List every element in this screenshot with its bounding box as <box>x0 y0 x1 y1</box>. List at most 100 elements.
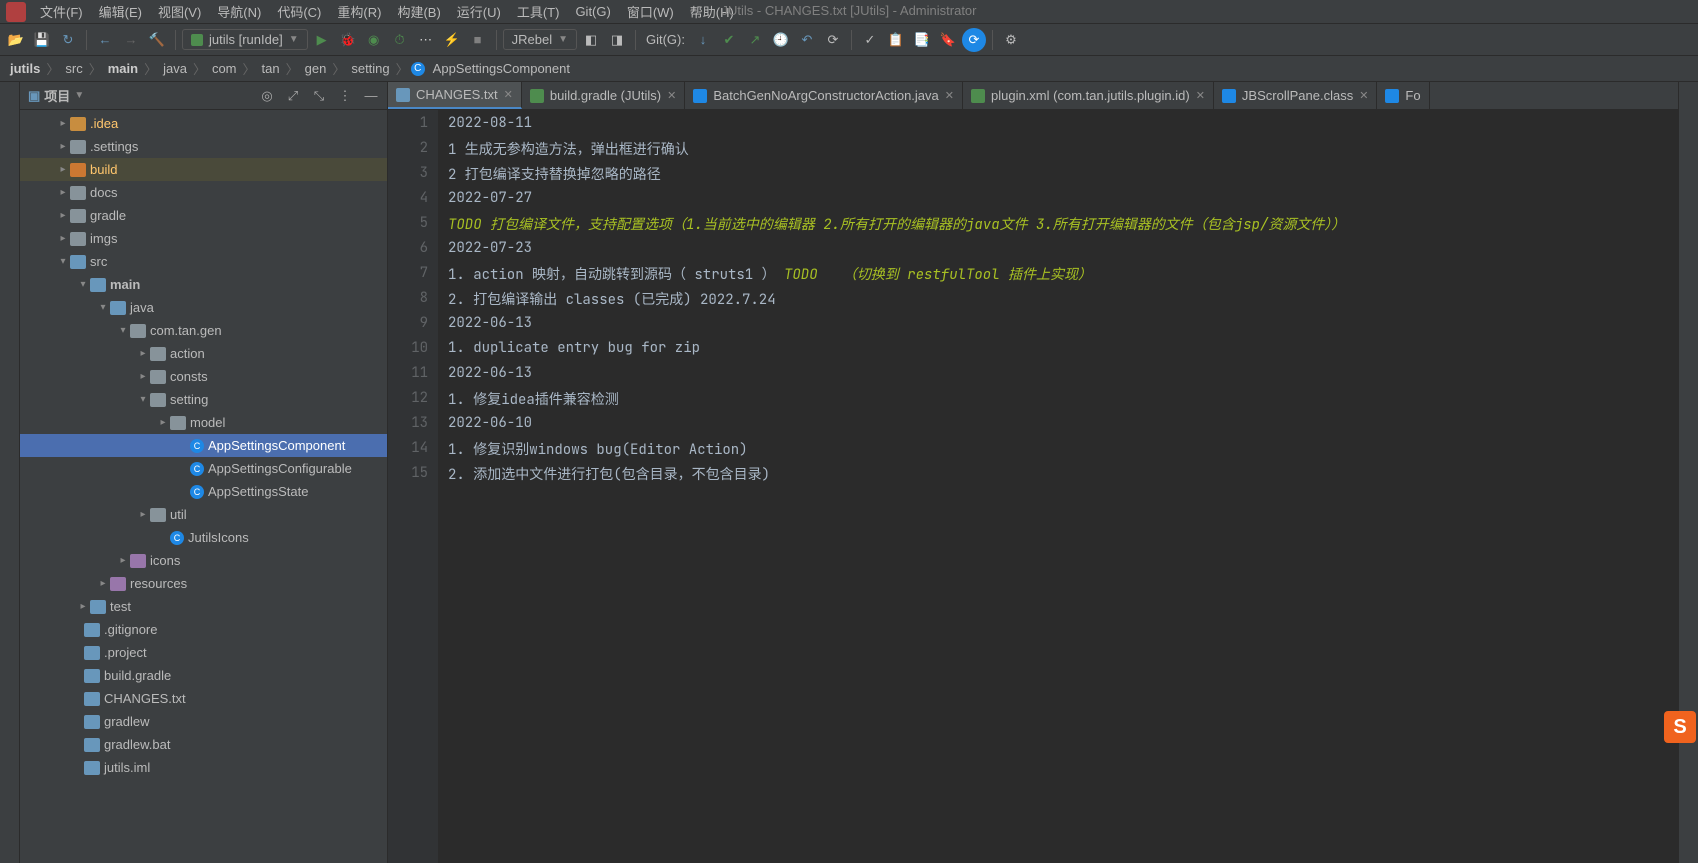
menu-code[interactable]: 代码(C) <box>269 0 329 23</box>
editor-tab[interactable]: Fo <box>1377 82 1429 109</box>
chevron-icon[interactable]: ▸ <box>136 509 150 520</box>
breadcrumb-item[interactable]: main <box>104 61 142 76</box>
close-icon[interactable]: ✕ <box>667 89 676 102</box>
tree-item[interactable]: build.gradle <box>20 664 387 687</box>
stop-icon[interactable]: ■ <box>466 28 490 52</box>
tree-item[interactable]: ▸.idea <box>20 112 387 135</box>
editor-tab[interactable]: build.gradle (JUtils)✕ <box>522 82 685 109</box>
breadcrumb-item[interactable]: java <box>159 61 191 76</box>
editor-tab[interactable]: plugin.xml (com.tan.jutils.plugin.id)✕ <box>963 82 1214 109</box>
chevron-icon[interactable]: ▾ <box>56 256 70 267</box>
chevron-icon[interactable]: ▾ <box>76 279 90 290</box>
plugin-icon-4[interactable]: 🔖 <box>936 28 960 52</box>
tree-item[interactable]: .gitignore <box>20 618 387 641</box>
chevron-icon[interactable]: ▸ <box>56 164 70 175</box>
tree-item[interactable]: ▸test <box>20 595 387 618</box>
menu-view[interactable]: 视图(V) <box>150 0 209 23</box>
hammer-icon[interactable]: 🔨 <box>145 28 169 52</box>
chevron-icon[interactable]: ▸ <box>76 601 90 612</box>
close-icon[interactable]: ✕ <box>1196 89 1205 102</box>
chevron-icon[interactable]: ▸ <box>56 210 70 221</box>
jrebel-dropdown[interactable]: JRebel ▼ <box>503 29 577 50</box>
chevron-icon[interactable]: ▸ <box>96 578 110 589</box>
breadcrumb-item[interactable]: com <box>208 61 241 76</box>
tree-item[interactable]: CAppSettingsComponent <box>20 434 387 457</box>
collapse-icon[interactable]: ⤡ <box>311 88 327 104</box>
breadcrumb-item[interactable]: gen <box>301 61 331 76</box>
tree-item[interactable]: ▸util <box>20 503 387 526</box>
breadcrumb-item[interactable]: src <box>61 61 86 76</box>
chevron-icon[interactable]: ▸ <box>116 555 130 566</box>
settings-icon[interactable]: ⚙ <box>999 28 1023 52</box>
chevron-icon[interactable]: ▸ <box>56 141 70 152</box>
tree-item[interactable]: gradlew.bat <box>20 733 387 756</box>
tree-item[interactable]: ▸action <box>20 342 387 365</box>
tree-item[interactable]: CAppSettingsState <box>20 480 387 503</box>
attach-icon[interactable]: ⚡ <box>440 28 464 52</box>
breadcrumb-item[interactable]: jutils <box>6 61 44 76</box>
tree-item[interactable]: ▾com.tan.gen <box>20 319 387 342</box>
chevron-icon[interactable]: ▸ <box>56 187 70 198</box>
tree-item[interactable]: ▾main <box>20 273 387 296</box>
vcs-push-icon[interactable]: ↗ <box>743 28 767 52</box>
forward-icon[interactable]: → <box>119 28 143 52</box>
menu-build[interactable]: 构建(B) <box>389 0 448 23</box>
menu-navigate[interactable]: 导航(N) <box>209 0 269 23</box>
chevron-icon[interactable]: ▸ <box>56 118 70 129</box>
tree-item[interactable]: CJutilsIcons <box>20 526 387 549</box>
vcs-revert-icon[interactable]: ↶ <box>795 28 819 52</box>
menu-window[interactable]: 窗口(W) <box>619 0 682 23</box>
open-icon[interactable]: 📂 <box>4 28 28 52</box>
chevron-down-icon[interactable]: ▼ <box>74 90 84 101</box>
breadcrumb-item[interactable]: setting <box>347 61 393 76</box>
editor-tab[interactable]: BatchGenNoArgConstructorAction.java✕ <box>685 82 963 109</box>
menu-refactor[interactable]: 重构(R) <box>329 0 389 23</box>
vcs-update-icon[interactable]: ↓ <box>691 28 715 52</box>
tree-item[interactable]: ▸docs <box>20 181 387 204</box>
tree-item[interactable]: CHANGES.txt <box>20 687 387 710</box>
tree-item[interactable]: ▸icons <box>20 549 387 572</box>
sogou-ime-icon[interactable]: S <box>1664 711 1696 743</box>
debug-icon[interactable]: 🐞 <box>336 28 360 52</box>
editor-tab[interactable]: JBScrollPane.class✕ <box>1214 82 1378 109</box>
chevron-icon[interactable]: ▾ <box>116 325 130 336</box>
jrebel-icon-2[interactable]: ◨ <box>605 28 629 52</box>
tree-item[interactable]: ▾src <box>20 250 387 273</box>
menu-edit[interactable]: 编辑(E) <box>91 0 150 23</box>
back-icon[interactable]: ← <box>93 28 117 52</box>
more-icon[interactable]: ⋯ <box>414 28 438 52</box>
run-icon[interactable]: ▶ <box>310 28 334 52</box>
tree-item[interactable]: ▸resources <box>20 572 387 595</box>
menu-run[interactable]: 运行(U) <box>449 0 509 23</box>
breadcrumb-item[interactable]: tan <box>258 61 284 76</box>
menu-file[interactable]: 文件(F) <box>32 0 91 23</box>
jrebel-icon-1[interactable]: ◧ <box>579 28 603 52</box>
plugin-icon-1[interactable]: ✓ <box>858 28 882 52</box>
save-icon[interactable]: 💾 <box>30 28 54 52</box>
tree-item[interactable]: ▾setting <box>20 388 387 411</box>
close-icon[interactable]: ✕ <box>1359 89 1368 102</box>
tree-item[interactable]: ▾java <box>20 296 387 319</box>
plugin-icon-5[interactable]: ⟳ <box>962 28 986 52</box>
refresh-icon[interactable]: ↻ <box>56 28 80 52</box>
expand-icon[interactable]: ⤢ <box>285 88 301 104</box>
more-icon[interactable]: ⋮ <box>337 88 353 104</box>
tree-item[interactable]: gradlew <box>20 710 387 733</box>
breadcrumb-item[interactable]: AppSettingsComponent <box>429 61 574 76</box>
project-tree[interactable]: ▸.idea▸.settings▸build▸docs▸gradle▸imgs▾… <box>20 110 387 863</box>
profile-icon[interactable]: ⏱ <box>388 28 412 52</box>
target-icon[interactable]: ◎ <box>259 88 275 104</box>
chevron-icon[interactable]: ▸ <box>156 417 170 428</box>
tree-item[interactable]: ▸imgs <box>20 227 387 250</box>
tree-item[interactable]: jutils.iml <box>20 756 387 779</box>
tree-item[interactable]: .project <box>20 641 387 664</box>
vcs-commit-icon[interactable]: ✔ <box>717 28 741 52</box>
tree-item[interactable]: ▸build <box>20 158 387 181</box>
chevron-icon[interactable]: ▸ <box>136 348 150 359</box>
tree-item[interactable]: ▸gradle <box>20 204 387 227</box>
run-config-dropdown[interactable]: jutils [runIde] ▼ <box>182 29 308 50</box>
close-icon[interactable]: ✕ <box>504 88 513 101</box>
vcs-history-icon[interactable]: 🕘 <box>769 28 793 52</box>
minimize-icon[interactable]: — <box>363 88 379 104</box>
code-area[interactable]: 2022-08-111 生成无参构造方法，弹出框进行确认2 打包编译支持替换掉忽… <box>438 110 1678 863</box>
